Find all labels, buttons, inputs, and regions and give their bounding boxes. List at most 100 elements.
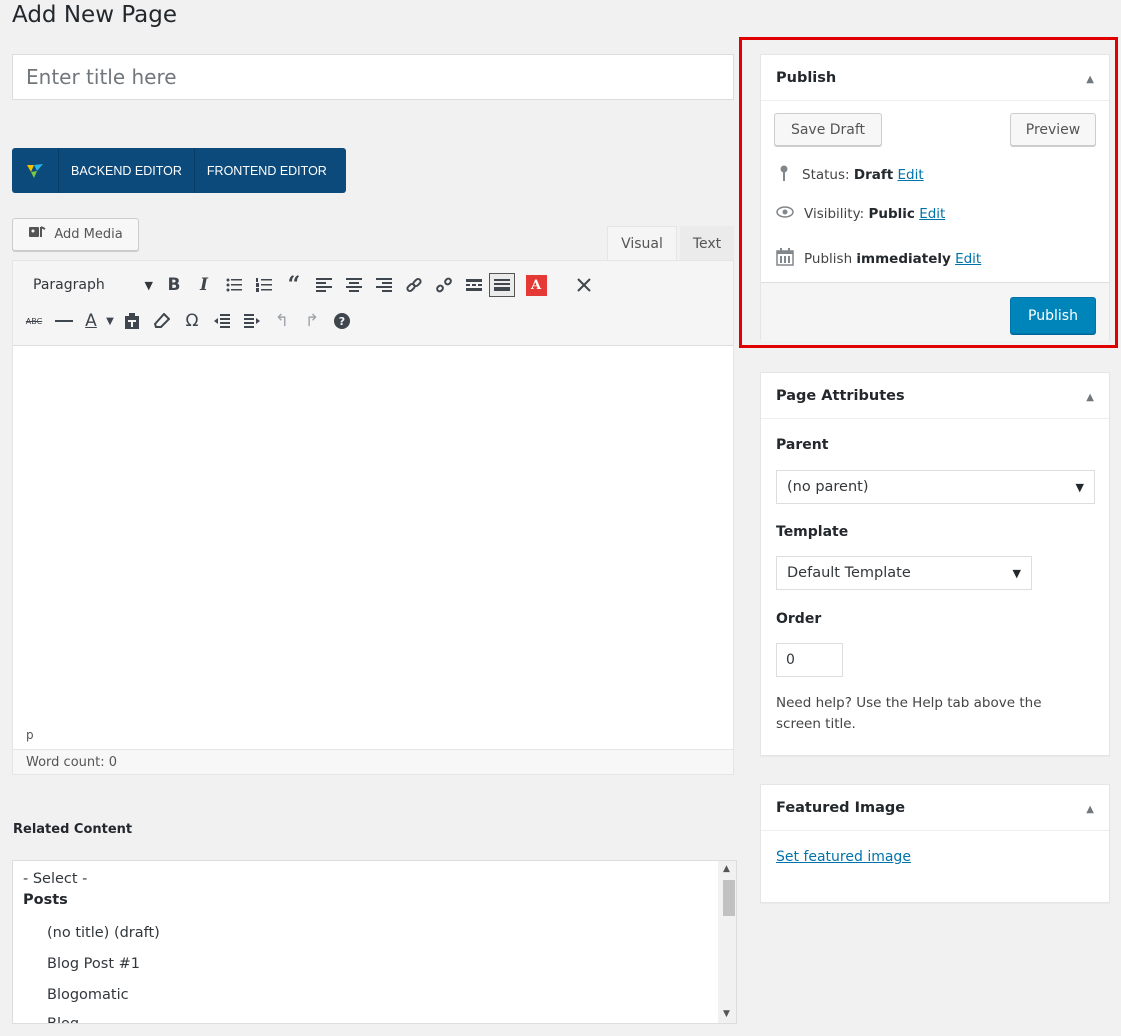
publish-box-title: Publish xyxy=(776,69,837,86)
chevron-down-icon: ▼ xyxy=(1012,566,1021,580)
format-select-value: Paragraph xyxy=(33,277,105,293)
eye-icon xyxy=(776,206,794,222)
publish-button[interactable]: Publish xyxy=(1010,297,1096,334)
status-row: Status: Draft Edit xyxy=(776,164,924,186)
help-text: Need help? Use the Help tab above the sc… xyxy=(776,695,1042,732)
scroll-down-icon[interactable]: ▼ xyxy=(723,1009,730,1019)
outdent-icon[interactable] xyxy=(207,307,237,335)
bullet-list-icon[interactable] xyxy=(219,271,249,299)
read-more-icon[interactable] xyxy=(459,271,489,299)
paste-text-icon[interactable] xyxy=(117,307,147,335)
blockquote-icon[interactable]: “ xyxy=(279,271,309,299)
align-left-icon[interactable] xyxy=(309,271,339,299)
page-attributes-header[interactable]: Page Attributes ▲ xyxy=(761,373,1109,419)
editor-path: p xyxy=(26,728,34,742)
related-scrollbar[interactable]: ▲ ▼ xyxy=(718,861,736,1023)
chevron-down-icon[interactable]: ▼ xyxy=(103,307,117,335)
preview-button[interactable]: Preview xyxy=(1010,113,1096,146)
page-attributes-box: Page Attributes ▲ Parent (no parent) ▼ T… xyxy=(760,372,1110,756)
collapse-arrow-icon[interactable]: ▲ xyxy=(1086,74,1094,85)
title-input[interactable] xyxy=(12,54,734,100)
template-select[interactable]: Default Template ▼ xyxy=(776,556,1032,590)
visibility-row: Visibility: Public Edit xyxy=(776,206,945,222)
visibility-label: Visibility: xyxy=(804,206,865,222)
publish-time-row: Publish immediately Edit xyxy=(776,248,981,270)
editor-toolbar: Paragraph ▼ B I “ A ABC A ▼ Ω ↰ ↱ ? xyxy=(13,261,733,346)
publish-time-label: Publish xyxy=(804,251,853,267)
indent-icon[interactable] xyxy=(237,307,267,335)
visual-composer-bar: BACKEND EDITOR FRONTEND EDITOR xyxy=(12,148,346,193)
related-content-heading: Related Content xyxy=(13,822,133,837)
set-featured-image-link[interactable]: Set featured image xyxy=(776,849,911,865)
help-icon[interactable]: ? xyxy=(327,307,357,335)
link-icon[interactable] xyxy=(399,271,429,299)
calendar-icon xyxy=(776,248,794,270)
pin-icon xyxy=(776,164,792,186)
collapse-arrow-icon[interactable]: ▲ xyxy=(1086,392,1094,403)
status-value: Draft xyxy=(853,167,894,183)
align-center-icon[interactable] xyxy=(339,271,369,299)
featured-image-title: Featured Image xyxy=(776,799,906,816)
content-editor: Paragraph ▼ B I “ A ABC A ▼ Ω ↰ ↱ ? p Wo… xyxy=(12,260,734,775)
editor-content-area[interactable] xyxy=(13,346,733,721)
text-color-icon[interactable]: A xyxy=(79,307,103,335)
bold-icon[interactable]: B xyxy=(159,271,189,299)
add-media-label: Add Media xyxy=(54,227,123,242)
special-character-icon[interactable]: Ω xyxy=(177,307,207,335)
italic-icon[interactable]: I xyxy=(189,271,219,299)
parent-label: Parent xyxy=(776,437,829,453)
visibility-value: Public xyxy=(868,206,915,222)
related-select-option[interactable]: - Select - xyxy=(23,871,87,887)
page-attributes-title: Page Attributes xyxy=(776,387,905,404)
chevron-down-icon: ▼ xyxy=(144,278,153,292)
related-option[interactable]: Blogomatic xyxy=(47,987,129,1003)
collapse-arrow-icon[interactable]: ▲ xyxy=(1086,804,1094,815)
related-option[interactable]: Blog Post #1 xyxy=(47,956,140,972)
backend-editor-button[interactable]: BACKEND EDITOR xyxy=(59,148,195,193)
scrollbar-thumb[interactable] xyxy=(723,880,735,916)
page-title: Add New Page xyxy=(12,2,177,28)
related-option[interactable]: (no title) (draft) xyxy=(47,925,160,941)
parent-select[interactable]: (no parent) ▼ xyxy=(776,470,1095,504)
horizontal-line-icon[interactable] xyxy=(49,307,79,335)
order-label: Order xyxy=(776,611,822,627)
toolbar-toggle-icon[interactable] xyxy=(489,273,515,297)
fullscreen-icon[interactable] xyxy=(569,271,599,299)
tab-text[interactable]: Text xyxy=(680,226,734,261)
related-group-posts: Posts xyxy=(23,892,68,908)
clear-formatting-icon[interactable] xyxy=(147,307,177,335)
publish-time-value: immediately xyxy=(856,251,951,267)
related-content-select[interactable]: - Select - Posts (no title) (draft) Blog… xyxy=(12,860,737,1024)
align-right-icon[interactable] xyxy=(369,271,399,299)
media-icon xyxy=(28,224,48,246)
featured-image-header[interactable]: Featured Image ▲ xyxy=(761,785,1109,831)
frontend-editor-button[interactable]: FRONTEND EDITOR xyxy=(195,148,339,193)
strikethrough-icon[interactable]: ABC xyxy=(19,307,49,335)
visual-composer-logo-icon[interactable] xyxy=(12,148,59,193)
publish-actions: Publish xyxy=(761,282,1109,341)
format-select[interactable]: Paragraph ▼ xyxy=(19,271,159,299)
parent-select-value: (no parent) xyxy=(787,479,869,495)
publish-box-header[interactable]: Publish ▲ xyxy=(761,55,1109,101)
edit-visibility-link[interactable]: Edit xyxy=(919,206,945,222)
edit-status-link[interactable]: Edit xyxy=(897,167,923,183)
add-media-button[interactable]: Add Media xyxy=(12,218,139,251)
featured-image-box: Featured Image ▲ Set featured image xyxy=(760,784,1110,903)
redo-icon[interactable]: ↱ xyxy=(297,307,327,335)
adobe-icon[interactable]: A xyxy=(521,271,551,299)
status-label: Status: xyxy=(802,167,850,183)
scroll-up-icon[interactable]: ▲ xyxy=(723,864,730,874)
related-option[interactable]: Blog... xyxy=(47,1016,93,1023)
undo-icon[interactable]: ↰ xyxy=(267,307,297,335)
chevron-down-icon: ▼ xyxy=(1075,480,1084,494)
word-count: Word count: 0 xyxy=(13,749,733,774)
save-draft-button[interactable]: Save Draft xyxy=(774,113,882,146)
template-select-value: Default Template xyxy=(787,565,911,581)
publish-box: Publish ▲ Save Draft Preview Status: Dra… xyxy=(760,54,1110,341)
template-label: Template xyxy=(776,524,849,540)
tab-visual[interactable]: Visual xyxy=(607,226,677,261)
unlink-icon[interactable] xyxy=(429,271,459,299)
edit-publish-time-link[interactable]: Edit xyxy=(955,251,981,267)
order-input[interactable] xyxy=(776,643,843,677)
numbered-list-icon[interactable] xyxy=(249,271,279,299)
